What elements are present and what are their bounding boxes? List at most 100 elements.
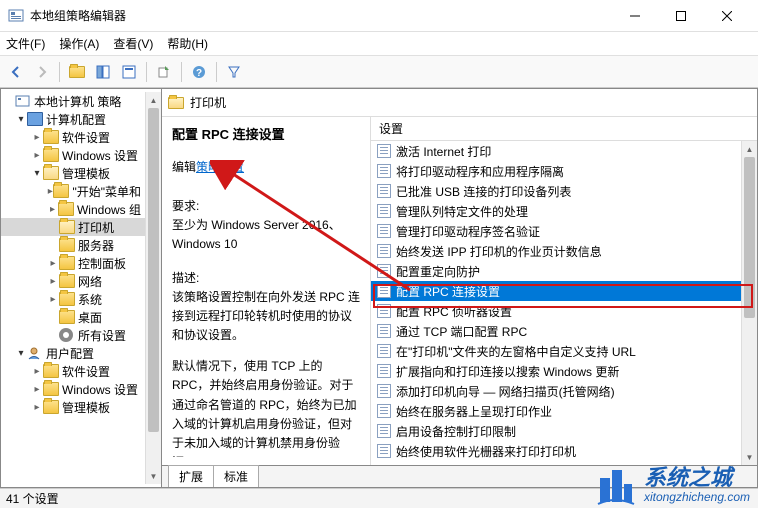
menu-action[interactable]: 操作(A) xyxy=(59,35,99,52)
tree-system[interactable]: ▸系统 xyxy=(1,290,145,308)
tree-label: 管理模板 xyxy=(62,399,110,416)
settings-row[interactable]: 管理打印驱动程序签名验证 xyxy=(371,221,741,241)
settings-column-header[interactable]: 设置 xyxy=(371,117,757,141)
tree-user-config[interactable]: ▾用户配置 xyxy=(1,344,145,362)
policy-icon xyxy=(377,244,391,258)
navigation-tree[interactable]: 本地计算机 策略 ▾计算机配置 ▸软件设置 ▸Windows 设置 ▾管理模板 … xyxy=(0,88,162,488)
settings-row[interactable]: 将打印驱动程序和应用程序隔离 xyxy=(371,161,741,181)
requirements-text: 至少为 Windows Server 2016、Windows 10 xyxy=(172,216,360,254)
settings-row[interactable]: 添加打印机向导 — 网络扫描页(托管网络) xyxy=(371,381,741,401)
settings-list[interactable]: 激活 Internet 打印将打印驱动程序和应用程序隔离已批准 USB 连接的打… xyxy=(371,141,741,465)
settings-row[interactable]: 激活 Internet 打印 xyxy=(371,141,741,161)
tree-admin-templates[interactable]: ▾管理模板 xyxy=(1,164,145,182)
tree-all-settings[interactable]: 所有设置 xyxy=(1,326,145,344)
tree-windows-components[interactable]: ▸Windows 组 xyxy=(1,200,145,218)
show-hide-tree-button[interactable] xyxy=(91,60,115,84)
tree-desktop[interactable]: 桌面 xyxy=(1,308,145,326)
tree-windows-settings[interactable]: ▸Windows 设置 xyxy=(1,146,145,164)
titlebar: 本地组策略编辑器 xyxy=(0,0,758,32)
up-button[interactable] xyxy=(65,60,89,84)
settings-row-label: 启用设备控制打印限制 xyxy=(396,423,516,440)
settings-row[interactable]: 管理队列特定文件的处理 xyxy=(371,201,741,221)
tree-label: 软件设置 xyxy=(62,129,110,146)
tree-scrollbar[interactable]: ▲ ▼ xyxy=(145,92,161,484)
scroll-down-icon[interactable]: ▼ xyxy=(146,468,161,484)
tree-label: 系统 xyxy=(78,291,102,308)
settings-scrollbar[interactable]: ▲ ▼ xyxy=(741,141,757,465)
svg-text:?: ? xyxy=(196,68,202,79)
settings-row[interactable]: 已批准 USB 连接的打印设备列表 xyxy=(371,181,741,201)
tree-computer-config[interactable]: ▾计算机配置 xyxy=(1,110,145,128)
settings-row[interactable]: 配置重定向防护 xyxy=(371,261,741,281)
settings-row[interactable]: 通过 TCP 端口配置 RPC xyxy=(371,321,741,341)
tab-extended[interactable]: 扩展 xyxy=(168,465,214,487)
settings-row[interactable]: 配置 RPC 侦听器设置 xyxy=(371,301,741,321)
requirements-label: 要求: xyxy=(172,197,360,216)
filter-button[interactable] xyxy=(222,60,246,84)
tree-user-software[interactable]: ▸软件设置 xyxy=(1,362,145,380)
watermark-text: 系统之城 xyxy=(644,466,750,490)
tree-root[interactable]: 本地计算机 策略 xyxy=(1,92,145,110)
policy-icon xyxy=(377,384,391,398)
settings-row[interactable]: 配置 RPC 连接设置 xyxy=(371,281,741,301)
back-button[interactable] xyxy=(4,60,28,84)
policy-icon xyxy=(377,284,391,298)
details-pane: 配置 RPC 连接设置 编辑策略设置 要求: 至少为 Windows Serve… xyxy=(162,117,370,465)
settings-row-label: 通过 TCP 端口配置 RPC xyxy=(396,323,527,340)
settings-row[interactable]: 扩展指向和打印连接以搜索 Windows 更新 xyxy=(371,361,741,381)
settings-row-label: 管理队列特定文件的处理 xyxy=(396,203,528,220)
edit-prefix: 编辑 xyxy=(172,160,196,174)
settings-row-label: 扩展指向和打印连接以搜索 Windows 更新 xyxy=(396,363,619,380)
policy-icon xyxy=(377,404,391,418)
tree-label: Windows 设置 xyxy=(62,381,138,398)
settings-row[interactable]: 启用设备控制打印限制 xyxy=(371,421,741,441)
app-icon xyxy=(8,8,24,24)
tree-network[interactable]: ▸网络 xyxy=(1,272,145,290)
settings-row-label: 始终使用软件光栅器来打印打印机 xyxy=(396,443,576,460)
minimize-button[interactable] xyxy=(612,0,658,32)
content-header: 打印机 xyxy=(162,89,757,117)
tree-label: 本地计算机 策略 xyxy=(34,93,121,110)
properties-button[interactable] xyxy=(117,60,141,84)
export-button[interactable] xyxy=(152,60,176,84)
tree-start-menu[interactable]: ▸"开始"菜单和 xyxy=(1,182,145,200)
tree-label: 打印机 xyxy=(78,219,114,236)
tree-label: Windows 组 xyxy=(77,201,141,218)
settings-row[interactable]: 在"打印机"文件夹的左窗格中自定义支持 URL xyxy=(371,341,741,361)
policy-icon xyxy=(377,164,391,178)
tree-label: 所有设置 xyxy=(78,327,126,344)
policy-icon xyxy=(377,184,391,198)
tree-label: 计算机配置 xyxy=(46,111,106,128)
settings-row[interactable]: 始终发送 IPP 打印机的作业页计数信息 xyxy=(371,241,741,261)
edit-policy-row: 编辑策略设置 xyxy=(172,158,360,177)
maximize-button[interactable] xyxy=(658,0,704,32)
scroll-down-icon[interactable]: ▼ xyxy=(742,449,757,465)
policy-icon xyxy=(377,144,391,158)
settings-row[interactable]: 始终在服务器上呈现打印作业 xyxy=(371,401,741,421)
edit-policy-link[interactable]: 策略设置 xyxy=(196,160,244,174)
tree-control-panel[interactable]: ▸控制面板 xyxy=(1,254,145,272)
menubar: 文件(F) 操作(A) 查看(V) 帮助(H) xyxy=(0,32,758,56)
forward-button[interactable] xyxy=(30,60,54,84)
watermark: 系统之城 xitongzhicheng.com xyxy=(594,464,750,506)
tree-printers[interactable]: 打印机 xyxy=(1,218,145,236)
tree-user-windows[interactable]: ▸Windows 设置 xyxy=(1,380,145,398)
settings-row[interactable]: 始终使用软件光栅器来打印打印机 xyxy=(371,441,741,461)
settings-row-label: 配置重定向防护 xyxy=(396,263,480,280)
scroll-up-icon[interactable]: ▲ xyxy=(146,92,161,108)
tree-software-settings[interactable]: ▸软件设置 xyxy=(1,128,145,146)
menu-view[interactable]: 查看(V) xyxy=(113,35,153,52)
tree-user-admin[interactable]: ▸管理模板 xyxy=(1,398,145,416)
help-button[interactable]: ? xyxy=(187,60,211,84)
policy-icon xyxy=(377,304,391,318)
tab-standard[interactable]: 标准 xyxy=(213,465,259,487)
menu-help[interactable]: 帮助(H) xyxy=(167,35,208,52)
close-button[interactable] xyxy=(704,0,750,32)
tree-label: 控制面板 xyxy=(78,255,126,272)
watermark-logo-icon xyxy=(594,464,636,506)
menu-file[interactable]: 文件(F) xyxy=(6,35,45,52)
settings-row-label: 管理打印驱动程序签名验证 xyxy=(396,223,540,240)
tree-servers[interactable]: 服务器 xyxy=(1,236,145,254)
policy-icon xyxy=(377,324,391,338)
scroll-up-icon[interactable]: ▲ xyxy=(742,141,757,157)
